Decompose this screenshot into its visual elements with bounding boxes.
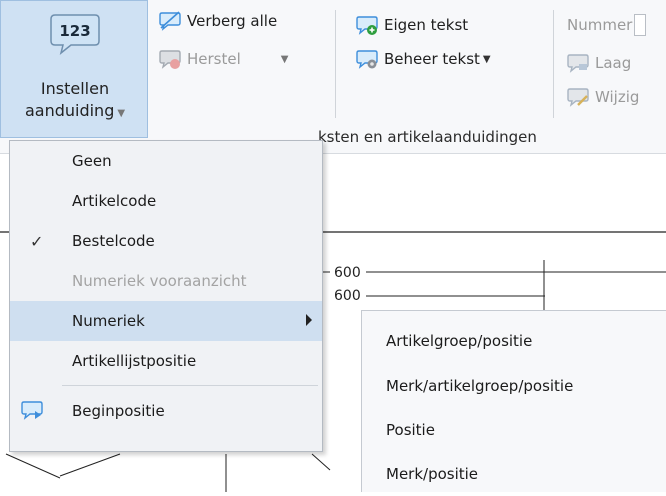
chevron-down-icon: ▼ <box>117 108 126 119</box>
nummer-field[interactable]: Nummer <box>567 12 647 38</box>
submenu-item-merk-artikelgroep-positie[interactable]: Merk/artikelgroep/positie <box>362 366 666 406</box>
dimension-label: 600 <box>334 265 361 281</box>
ribbon-separator <box>335 10 336 118</box>
hide-bubble-icon <box>159 11 181 31</box>
menu-item-artikelcode[interactable]: Artikelcode <box>10 181 322 221</box>
ribbon-group-label: ksten en artikelaanduidingen <box>318 128 537 146</box>
submenu-arrow-icon <box>306 314 312 326</box>
menu-item-artikellijstpositie[interactable]: Artikellijstpositie <box>10 341 322 381</box>
manage-bubble-icon <box>356 50 378 69</box>
chevron-down-icon: ▼ <box>482 53 491 65</box>
speech-bubble-123-icon: 123 <box>50 14 100 55</box>
instellen-aanduiding-button[interactable]: 123 Instellen aanduiding ▼ <box>0 0 148 138</box>
menu-item-numeriek[interactable]: Numeriek <box>10 301 322 341</box>
reset-bubble-icon <box>159 50 181 69</box>
menu-item-numeriek-vooraanzicht[interactable]: Numeriek vooraanzicht <box>10 261 322 301</box>
menu-item-bestelcode[interactable]: ✓ Bestelcode <box>10 221 322 261</box>
drawing-line <box>5 453 61 479</box>
submenu-item-artikelgroep-positie[interactable]: Artikelgroep/positie <box>362 321 666 361</box>
drawing-line <box>59 453 121 477</box>
verberg-alle-button[interactable]: Verberg alle <box>158 8 277 34</box>
wijzig-button[interactable]: Wijzig <box>566 84 639 110</box>
laag-button[interactable]: Laag <box>566 50 631 76</box>
layer-bubble-icon <box>567 54 589 73</box>
checkmark-icon: ✓ <box>30 231 44 251</box>
submenu-item-merk-positie[interactable]: Merk/positie <box>362 454 666 494</box>
eigen-tekst-button[interactable]: Eigen tekst <box>355 12 468 38</box>
edit-bubble-icon <box>567 88 589 107</box>
menu-separator <box>62 385 318 386</box>
start-position-bubble-icon <box>21 401 43 420</box>
ribbon-separator <box>553 10 554 118</box>
nummer-input[interactable] <box>634 14 647 36</box>
menu-item-beginpositie[interactable]: Beginpositie <box>10 391 322 431</box>
menu-item-geen[interactable]: Geen <box>10 141 322 181</box>
numeriek-submenu: Artikelgroep/positie Merk/artikelgroep/p… <box>361 310 666 492</box>
add-bubble-icon <box>356 16 378 35</box>
herstel-button[interactable]: Herstel ▼ <box>158 46 288 72</box>
chevron-down-icon: ▼ <box>280 53 289 65</box>
aanduiding-dropdown-menu: Geen Artikelcode ✓ Bestelcode Numeriek v… <box>9 140 323 452</box>
beheer-tekst-button[interactable]: Beheer tekst ▼ <box>355 46 491 72</box>
submenu-item-positie[interactable]: Positie <box>362 410 666 450</box>
drawing-line <box>311 453 331 471</box>
aanduiding-label: aanduiding ▼ <box>24 101 126 120</box>
dimension-label: 600 <box>334 288 361 304</box>
instellen-label: Instellen <box>40 79 110 98</box>
svg-text:123: 123 <box>59 22 90 40</box>
